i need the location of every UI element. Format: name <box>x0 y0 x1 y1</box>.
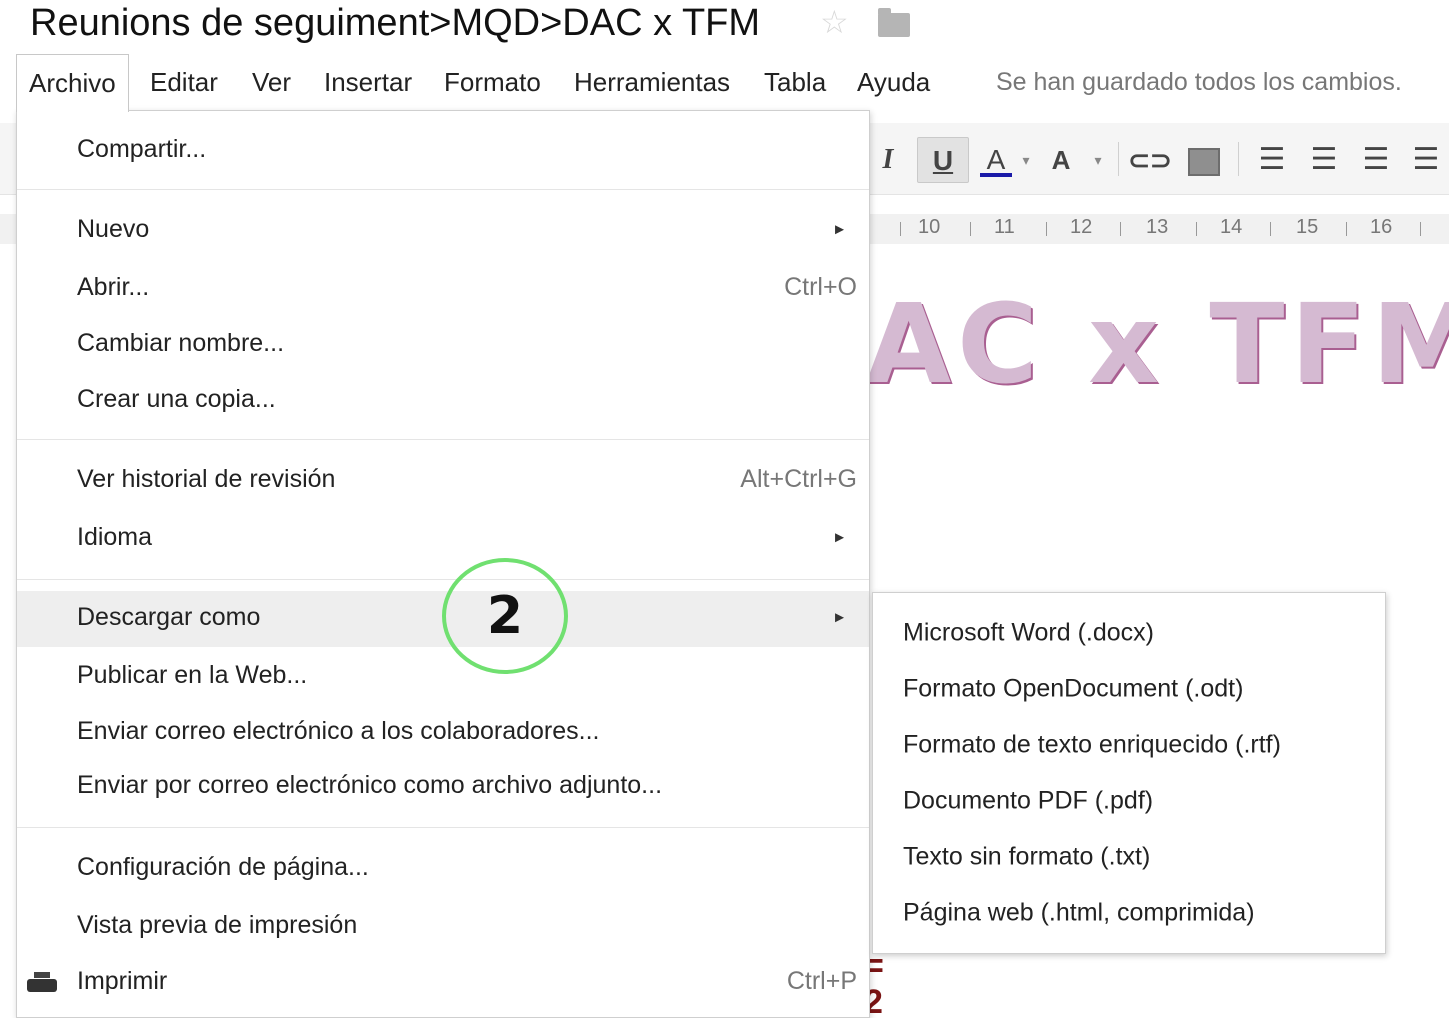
menu-item-label: Descargar como <box>77 603 261 631</box>
printer-icon <box>27 972 57 994</box>
menu-ayuda[interactable]: Ayuda <box>845 54 942 110</box>
ruler-number: 16 <box>1370 216 1393 238</box>
menu-item-page-setup[interactable]: Configuración de página... <box>17 841 869 897</box>
toolbar-divider <box>1118 142 1119 176</box>
menu-herramientas[interactable]: Herramientas <box>562 54 742 110</box>
download-pdf[interactable]: Documento PDF (.pdf) <box>873 775 1385 831</box>
menu-item-make-copy[interactable]: Crear una copia... <box>17 373 869 429</box>
download-rtf[interactable]: Formato de texto enriquecido (.rtf) <box>873 719 1385 775</box>
ruler-number: 11 <box>994 216 1015 238</box>
menu-ver[interactable]: Ver <box>240 54 303 110</box>
submenu-item-label: Página web (.html, comprimida) <box>903 898 1255 927</box>
menu-item-label: Enviar correo electrónico a los colabora… <box>77 717 600 745</box>
menu-item-publish-web[interactable]: Publicar en la Web... <box>17 649 869 705</box>
bulleted-list-icon[interactable]: ☰ <box>1304 137 1344 183</box>
submenu-arrow-icon: ► <box>832 609 847 626</box>
menu-item-label: Nuevo <box>77 215 150 243</box>
download-txt[interactable]: Texto sin formato (.txt) <box>873 831 1385 887</box>
menu-formato[interactable]: Formato <box>432 54 553 110</box>
ruler-number: 15 <box>1296 216 1319 238</box>
download-odt[interactable]: Formato OpenDocument (.odt) <box>873 663 1385 719</box>
ruler-number: 12 <box>1070 216 1093 238</box>
menu-divider <box>17 827 869 828</box>
wordart-heading: AC x TFM <box>866 280 1449 408</box>
menu-item-label: Publicar en la Web... <box>77 661 308 689</box>
download-html[interactable]: Página web (.html, comprimida) <box>873 887 1385 943</box>
star-icon[interactable]: ☆ <box>820 6 849 38</box>
ruler-number: 13 <box>1146 216 1169 238</box>
download-docx[interactable]: Microsoft Word (.docx) <box>873 607 1385 663</box>
ruler-tick <box>1196 222 1197 236</box>
menu-divider <box>17 579 869 580</box>
ruler-number: 10 <box>918 216 941 238</box>
text-color-dropdown-icon[interactable]: ▾ <box>1018 137 1034 183</box>
menu-item-label: Crear una copia... <box>77 385 276 413</box>
menu-item-email-collaborators[interactable]: Enviar correo electrónico a los colabora… <box>17 705 869 761</box>
increase-indent-icon[interactable]: ☰ <box>1406 137 1446 183</box>
decrease-indent-icon[interactable]: ☰ <box>1356 137 1396 183</box>
numbered-list-icon[interactable]: ☰ <box>1252 137 1292 183</box>
menu-item-language[interactable]: Idioma ► <box>17 511 869 567</box>
file-menu-dropdown: Compartir... Nuevo ► Abrir... Ctrl+O Cam… <box>16 110 870 1018</box>
menu-item-open[interactable]: Abrir... Ctrl+O <box>17 261 869 317</box>
menu-item-label: Cambiar nombre... <box>77 329 285 357</box>
menu-divider <box>17 189 869 190</box>
menu-insertar[interactable]: Insertar <box>312 54 424 110</box>
ruler-tick <box>1420 222 1421 236</box>
underline-button[interactable]: U <box>917 137 969 183</box>
submenu-item-label: Formato de texto enriquecido (.rtf) <box>903 730 1281 759</box>
ruler-tick <box>1046 222 1047 236</box>
ruler-tick <box>970 222 971 236</box>
image-icon[interactable] <box>1186 137 1222 183</box>
menu-editar[interactable]: Editar <box>138 54 230 110</box>
menu-tabla[interactable]: Tabla <box>752 54 838 110</box>
menu-item-label: Configuración de página... <box>77 853 369 881</box>
step-number-annotation: 2 <box>442 558 568 674</box>
menu-item-new[interactable]: Nuevo ► <box>17 203 869 259</box>
menu-item-label: Ver historial de revisión <box>77 465 336 493</box>
toolbar-divider <box>1238 142 1239 176</box>
menu-item-label: Compartir... <box>77 135 207 163</box>
ruler-tick <box>900 222 901 236</box>
folder-icon[interactable] <box>878 8 910 37</box>
submenu-arrow-icon: ► <box>832 529 847 546</box>
submenu-item-label: Texto sin formato (.txt) <box>903 842 1151 871</box>
menu-item-label: Idioma <box>77 523 153 551</box>
download-as-submenu: Microsoft Word (.docx) Formato OpenDocum… <box>872 592 1386 954</box>
menu-item-rename[interactable]: Cambiar nombre... <box>17 317 869 373</box>
menu-archivo[interactable]: Archivo <box>16 54 129 112</box>
highlight-dropdown-icon[interactable]: ▾ <box>1090 137 1106 183</box>
ruler-tick <box>1120 222 1121 236</box>
menu-item-print-preview[interactable]: Vista previa de impresión <box>17 899 869 955</box>
submenu-arrow-icon: ► <box>832 221 847 238</box>
menu-item-share[interactable]: Compartir... <box>17 123 869 179</box>
submenu-item-label: Formato OpenDocument (.odt) <box>903 674 1244 703</box>
link-icon[interactable]: ⊂⊃ <box>1128 137 1172 183</box>
save-status: Se han guardado todos los cambios. <box>996 68 1402 96</box>
menu-item-revision-history[interactable]: Ver historial de revisión Alt+Ctrl+G <box>17 453 869 509</box>
menu-item-label: Abrir... <box>77 273 150 301</box>
ruler-number: 14 <box>1220 216 1243 238</box>
menu-divider <box>17 439 869 440</box>
menu-item-label: Vista previa de impresión <box>77 911 358 939</box>
menu-item-label: Imprimir <box>77 967 168 995</box>
ruler-tick <box>1346 222 1347 236</box>
shortcut-label: Ctrl+P <box>786 967 857 995</box>
shortcut-label: Alt+Ctrl+G <box>740 465 857 493</box>
italic-button[interactable]: I <box>873 137 903 183</box>
document-title[interactable]: Reunions de seguiment>MQD>DAC x TFM <box>30 2 760 45</box>
shortcut-label: Ctrl+O <box>784 273 857 301</box>
submenu-item-label: Documento PDF (.pdf) <box>903 786 1154 815</box>
submenu-item-label: Microsoft Word (.docx) <box>903 618 1154 647</box>
ruler-tick <box>1270 222 1271 236</box>
highlight-color-button[interactable]: A <box>1044 137 1078 183</box>
text-color-button[interactable]: A <box>978 137 1014 183</box>
menu-item-print[interactable]: Imprimir Ctrl+P <box>17 955 869 1011</box>
menu-item-label: Enviar por correo electrónico como archi… <box>77 771 663 799</box>
menu-item-email-attachment[interactable]: Enviar por correo electrónico como archi… <box>17 759 869 815</box>
